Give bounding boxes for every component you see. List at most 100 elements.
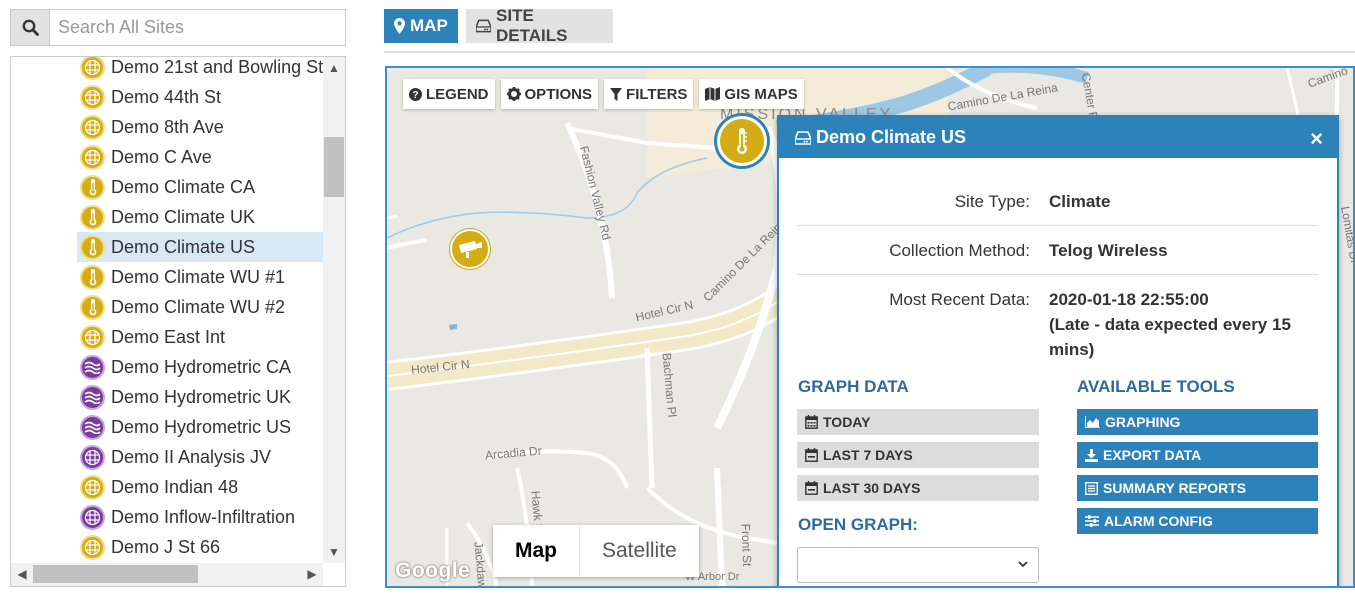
grid-gauge-icon [80, 57, 105, 80]
grid-gauge-icon [80, 84, 105, 110]
site-search-bar [10, 9, 346, 46]
site-list[interactable]: Demo 21st and Bowling St Demo 44th St Demo… [11, 57, 323, 563]
horizontal-scrollbar-thumb[interactable] [33, 565, 198, 583]
thermometer-icon [80, 294, 105, 320]
options-label: OPTIONS [524, 85, 593, 103]
site-list-item-label: Demo Hydrometric US [111, 416, 292, 437]
info-row-site-type: Site Type: Climate [797, 177, 1318, 226]
svg-text:?: ? [412, 90, 418, 101]
graph-last-30-days-label: LAST 30 DAYS [823, 480, 921, 496]
site-list-item-label: Demo C Ave [111, 146, 212, 167]
most-recent-timestamp: 2020-01-18 22:55:00 [1049, 290, 1209, 309]
open-graph-select[interactable] [797, 547, 1039, 583]
filters-button[interactable]: FILTERS [604, 79, 694, 109]
options-button[interactable]: OPTIONS [500, 79, 599, 109]
site-list-item[interactable]: Demo Inflow-Infiltration [77, 502, 323, 532]
legend-button[interactable]: ? LEGEND [403, 79, 495, 109]
graph-last-30-days-button[interactable]: LAST 30 DAYS [797, 475, 1039, 501]
export-data-button[interactable]: EXPORT DATA [1077, 442, 1318, 468]
available-tools-title: AVAILABLE TOOLS [1077, 377, 1235, 396]
thermometer-icon [80, 264, 105, 290]
site-list-item[interactable]: Demo Climate WU #2 [77, 292, 323, 322]
site-list-item[interactable]: Demo 21st and Bowling St [77, 57, 323, 82]
graph-data-title: GRAPH DATA [798, 377, 909, 396]
late-data-note: (Late - data expected every 15 mins) [1049, 315, 1291, 359]
open-graph-title: OPEN GRAPH: [798, 515, 918, 534]
site-list-item[interactable]: Demo 8th Ave [77, 112, 323, 142]
grid-gauge-icon [80, 114, 105, 140]
thermometer-icon [80, 234, 105, 260]
graphing-button[interactable]: GRAPHING [1077, 409, 1318, 435]
horizontal-scrollbar[interactable]: ◀ ▶ [11, 563, 323, 586]
map-type-map-button[interactable]: Map [493, 525, 580, 577]
site-list-item[interactable]: Demo Indian 48 [77, 472, 323, 502]
thermometer-icon [80, 174, 105, 200]
graph-today-label: TODAY [823, 414, 871, 430]
grid-gauge-icon [80, 444, 105, 470]
site-list-item[interactable]: Demo Hydrometric UK [77, 382, 323, 412]
map-marker-demo-climate-us[interactable] [717, 116, 767, 166]
vertical-scrollbar[interactable]: ▲ ▼ [323, 57, 345, 563]
site-list-item[interactable]: Demo II Analysis JV [77, 442, 323, 472]
scroll-right-icon[interactable]: ▶ [303, 563, 321, 586]
site-list-item-label: Demo Hydrometric CA [111, 356, 292, 377]
tab-site-details-label: SITE DETAILS [496, 6, 568, 45]
info-value: 2020-01-18 22:55:00 (Late - data expecte… [1049, 287, 1318, 362]
site-list-item[interactable]: Demo East Int [77, 322, 323, 352]
info-row-collection-method: Collection Method: Telog Wireless [797, 226, 1318, 275]
site-list-panel: Demo 21st and Bowling St Demo 44th St Demo… [10, 56, 346, 587]
scroll-up-icon[interactable]: ▲ [323, 59, 345, 77]
grid-gauge-icon [80, 504, 105, 530]
graph-today-button[interactable]: TODAY [797, 409, 1039, 435]
scroll-left-icon[interactable]: ◀ [13, 563, 31, 586]
sliders-icon [1085, 515, 1099, 527]
site-list-item[interactable]: Demo Climate US [77, 232, 323, 262]
search-button[interactable] [11, 10, 50, 45]
close-icon[interactable]: × [1310, 126, 1323, 152]
site-info-table: Site Type: Climate Collection Method: Te… [797, 177, 1318, 373]
map-type-satellite-button[interactable]: Satellite [580, 525, 699, 577]
download-icon [1085, 448, 1098, 462]
site-list-item-label: Demo 8th Ave [111, 116, 224, 137]
site-list-item-label: Demo Hydrometric UK [111, 386, 292, 407]
legend-label: LEGEND [426, 85, 489, 103]
site-list-item-label: Demo Climate CA [111, 176, 256, 197]
map-view[interactable]: MISSION VALLEY Camino De La Reina Center… [385, 66, 1355, 588]
site-list-item[interactable]: Demo Hydrometric CA [77, 352, 323, 382]
report-list-icon [1085, 481, 1098, 495]
gis-maps-label: GIS MAPS [724, 85, 798, 103]
graph-last-7-days-button[interactable]: LAST 7 DAYS [797, 442, 1039, 468]
info-row-most-recent-data: Most Recent Data: 2020-01-18 22:55:00 (L… [797, 275, 1318, 373]
gis-maps-button[interactable]: GIS MAPS [699, 79, 804, 109]
site-list-item[interactable]: Demo Climate CA [77, 172, 323, 202]
site-list-item[interactable]: Demo C Ave [77, 142, 323, 172]
site-list-item[interactable]: Demo Hydrometric US [77, 412, 323, 442]
map-toolbar: ? LEGEND OPTIONS FILTERS GIS MAPS [403, 79, 804, 109]
summary-reports-button[interactable]: SUMMARY REPORTS [1077, 475, 1318, 501]
site-list-item[interactable]: Demo Climate WU #1 [77, 262, 323, 292]
tab-site-details[interactable]: SITE DETAILS [466, 6, 613, 45]
search-icon [22, 19, 39, 36]
thermometer-icon [737, 128, 747, 154]
site-list-item[interactable]: Demo 44th St [77, 82, 323, 112]
area-chart-icon [1085, 416, 1100, 428]
popup-title: Demo Climate US [816, 127, 967, 147]
site-list-item[interactable]: Demo Climate UK [77, 202, 323, 232]
site-list-item-label: Demo 21st and Bowling St [111, 57, 323, 77]
alarm-config-label: ALARM CONFIG [1104, 513, 1213, 529]
vertical-scrollbar-thumb[interactable] [324, 137, 344, 197]
scroll-down-icon[interactable]: ▼ [323, 543, 345, 561]
graphing-label: GRAPHING [1105, 414, 1181, 430]
question-circle-icon: ? [409, 87, 422, 101]
site-list-item-label: Demo Climate WU #1 [111, 266, 286, 287]
popup-header: Demo Climate US [779, 117, 1337, 158]
site-list-item-label: Demo 44th St [111, 86, 222, 107]
search-input[interactable] [50, 10, 345, 45]
alarm-config-button[interactable]: ALARM CONFIG [1077, 508, 1318, 534]
tab-map[interactable]: MAP [384, 9, 458, 43]
site-list-item[interactable]: Demo J St 66 [77, 532, 323, 562]
calendar-icon [805, 448, 818, 462]
water-wave-icon [80, 414, 105, 440]
map-marker-camera-site[interactable] [450, 229, 490, 269]
map-type-control: Map Satellite [493, 525, 699, 577]
